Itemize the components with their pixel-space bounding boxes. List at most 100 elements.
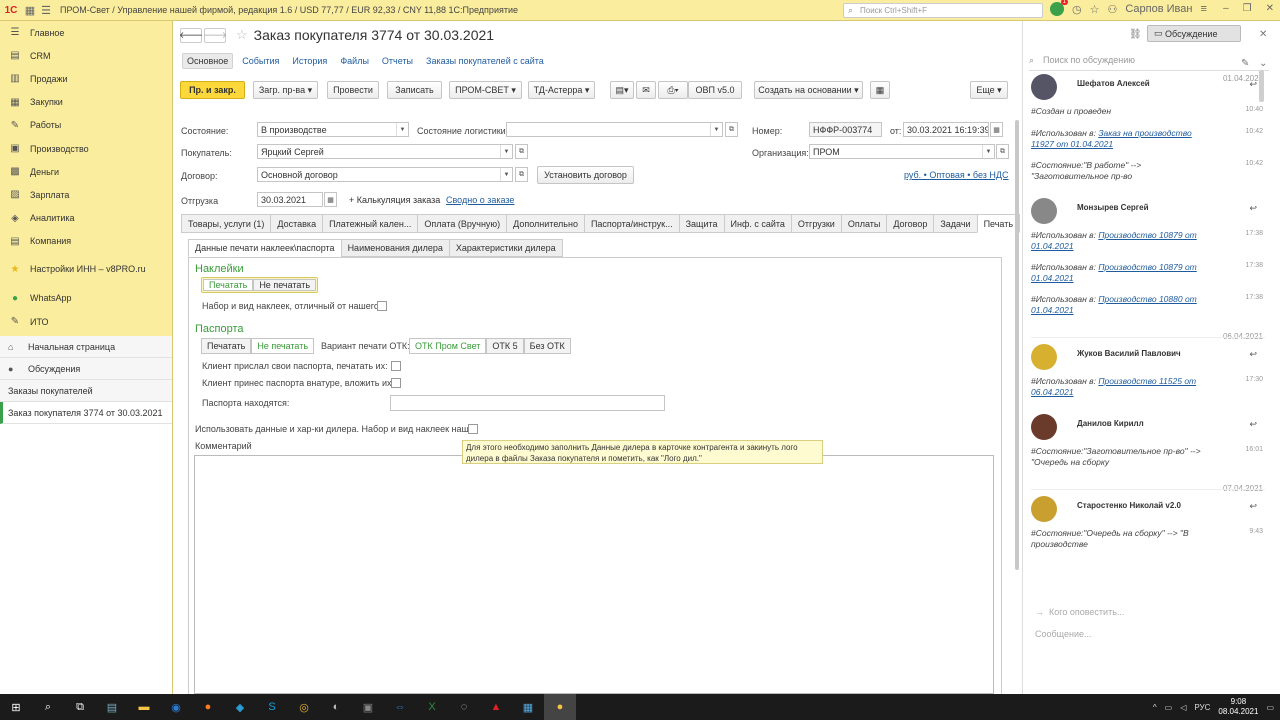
subtab-print-data[interactable]: Данные печати наклеек\паспорта	[188, 239, 341, 257]
sidebar-item-0[interactable]: ☰ Главное	[0, 21, 172, 44]
client-brought-checkbox[interactable]	[391, 378, 401, 388]
prom-svet-button[interactable]: ПРОМ-СВЕТ ▾	[449, 81, 522, 99]
current-order-link[interactable]: Заказ покупателя 3774 от 30.03.2021	[0, 402, 172, 424]
nav-reports[interactable]: Отчеты	[378, 54, 417, 68]
sidebar-item-7[interactable]: ▨ Зарплата	[0, 183, 172, 206]
chevron-down-icon[interactable]: ▼	[500, 168, 512, 181]
contract-field[interactable]: Основной договор ▼	[257, 167, 513, 182]
open-icon[interactable]: ⧉	[996, 144, 1009, 159]
td-asterra-button[interactable]: ТД-Астерра ▾	[528, 81, 595, 99]
chevron-down-icon[interactable]: ▼	[396, 123, 408, 136]
edit-icon[interactable]: ✎	[1241, 58, 1249, 69]
app-icon[interactable]: ◆	[224, 694, 256, 720]
chevron-down-icon[interactable]: ▼	[500, 145, 512, 158]
sidebar-item-3[interactable]: ▦ Закупки	[0, 91, 172, 114]
calendar-icon[interactable]: ▦	[324, 192, 337, 207]
search-icon[interactable]: ⌕	[32, 694, 64, 720]
chevron-down-icon[interactable]: ▼	[710, 123, 722, 136]
create-based-on-button[interactable]: Создать на основании ▾	[754, 81, 863, 99]
subtab-dealer-specs[interactable]: Характеристики дилера	[448, 239, 563, 257]
sidebar-item-1[interactable]: ▤ CRM	[0, 44, 172, 67]
notify-input[interactable]: → Кого оповестить...	[1035, 607, 1124, 617]
logistics-field[interactable]: ▼	[506, 122, 723, 137]
passport-location-input[interactable]	[390, 395, 665, 411]
otk-prom-svet-button[interactable]: ОТК Пром Свет	[409, 338, 487, 354]
tray-arrow-icon[interactable]: ^	[1153, 703, 1157, 712]
tab-4[interactable]: Дополнительно	[506, 214, 584, 233]
discussion-button[interactable]: ▭ Обсуждение	[1147, 25, 1241, 42]
post-and-close-button[interactable]: Пр. и закр.	[180, 81, 245, 99]
stickers-print-button[interactable]: Печатать	[203, 279, 254, 291]
shipment-date-field[interactable]: 30.03.2021	[257, 192, 323, 207]
app3-icon[interactable]: ◌	[448, 694, 480, 720]
favorite-star-icon[interactable]: ☆	[236, 27, 248, 43]
more-button[interactable]: Еще ▾	[970, 81, 1008, 99]
reply-icon[interactable]: ↩	[1249, 203, 1257, 214]
reply-icon[interactable]: ↩	[1249, 79, 1257, 90]
tab-8[interactable]: Отгрузки	[790, 214, 841, 233]
close-icon[interactable]: ✕	[1259, 29, 1267, 40]
restore-icon[interactable]: ❐	[1243, 3, 1252, 14]
ovp-button[interactable]: ОВП v5.0	[688, 81, 742, 99]
feed-scrollbar[interactable]	[1259, 70, 1265, 550]
notifications-icon[interactable]: 1	[1050, 0, 1068, 16]
global-search-input[interactable]: ⌕ Поиск Ctrl+Shift+F	[843, 3, 1043, 18]
clock[interactable]: 9:08 08.04.2021	[1218, 697, 1258, 717]
outlook-icon[interactable]: ◉	[160, 694, 192, 720]
nav-site-orders[interactable]: Заказы покупателей с сайта	[422, 54, 548, 68]
tab-2[interactable]: Платежный кален...	[322, 214, 418, 233]
comment-textarea[interactable]	[194, 455, 994, 694]
history-icon[interactable]: ◷	[1072, 3, 1082, 16]
user-icon[interactable]: ⚇	[1107, 3, 1117, 16]
sidebar-item-8[interactable]: ◈ Аналитика	[0, 207, 172, 230]
folder-icon[interactable]: ▬	[128, 694, 160, 720]
nav-files[interactable]: Файлы	[336, 54, 373, 68]
printer-icon[interactable]: ⎙▾	[658, 81, 688, 99]
nav-history[interactable]: История	[288, 54, 331, 68]
tab-7[interactable]: Инф. с сайта	[723, 214, 791, 233]
tab-10[interactable]: Договор	[886, 214, 934, 233]
passport-print-button[interactable]: Печатать	[201, 338, 252, 354]
app4-icon[interactable]: ▦	[512, 694, 544, 720]
set-contract-button[interactable]: Установить договор	[537, 166, 634, 184]
reply-icon[interactable]: ↩	[1249, 501, 1257, 512]
print-menu-icon[interactable]: ▤▾	[610, 81, 634, 99]
open-icon[interactable]: ⧉	[515, 167, 528, 182]
notification-center-icon[interactable]: ▭	[1266, 703, 1274, 712]
tab-0[interactable]: Товары, услуги (1)	[181, 214, 271, 233]
orders-list-link[interactable]: Заказы покупателей	[0, 380, 172, 402]
network-icon[interactable]: ▭	[1165, 703, 1173, 712]
open-icon[interactable]: ⧉	[515, 144, 528, 159]
discussion-search-input[interactable]: ⌕ Поиск по обсуждению	[1029, 55, 1269, 71]
post-button[interactable]: Провести	[327, 81, 379, 99]
skype-icon[interactable]: S	[256, 694, 288, 720]
steam-icon[interactable]: ◐	[320, 694, 352, 720]
email-icon[interactable]: ✉	[636, 81, 656, 99]
date-field[interactable]: 30.03.2021 16:19:39	[903, 122, 989, 137]
nav-events[interactable]: События	[238, 54, 283, 68]
message-input[interactable]: Сообщение...	[1035, 629, 1091, 639]
reply-icon[interactable]: ↩	[1249, 349, 1257, 360]
otk-none-button[interactable]: Без ОТК	[523, 338, 571, 354]
number-field[interactable]: НФФР-003774	[809, 122, 882, 137]
user-name[interactable]: Сарпов Иван	[1125, 3, 1192, 15]
tab-5[interactable]: Паспорта/инструк...	[583, 214, 679, 233]
sidebar-item-12[interactable]: ✎ ИТО	[0, 310, 172, 333]
teamviewer-icon[interactable]: ⇔	[384, 694, 416, 720]
settings-icon[interactable]: ≡	[1200, 3, 1206, 15]
discussions-link[interactable]: ● Обсуждения	[0, 358, 172, 380]
menu-icon[interactable]: ☰	[38, 4, 54, 17]
forward-button[interactable]: 🡒	[203, 27, 227, 43]
notepad-icon[interactable]: ▤	[96, 694, 128, 720]
link-icon[interactable]: ⛓	[1129, 29, 1142, 40]
chevron-down-icon[interactable]: ▼	[982, 145, 994, 158]
organization-field[interactable]: ПРОМ ▼	[809, 144, 995, 159]
sidebar-item-11[interactable]: ● WhatsApp	[0, 287, 172, 310]
excel-icon[interactable]: X	[416, 694, 448, 720]
dealer-data-checkbox[interactable]	[468, 424, 478, 434]
price-settings-link[interactable]: руб. • Оптовая • без НДС	[904, 170, 1009, 180]
close-icon[interactable]: ✕	[1266, 3, 1274, 14]
apps-icon[interactable]: ▦	[22, 4, 38, 17]
save-button[interactable]: Записать	[387, 81, 442, 99]
sidebar-item-9[interactable]: ▤ Компания	[0, 230, 172, 253]
